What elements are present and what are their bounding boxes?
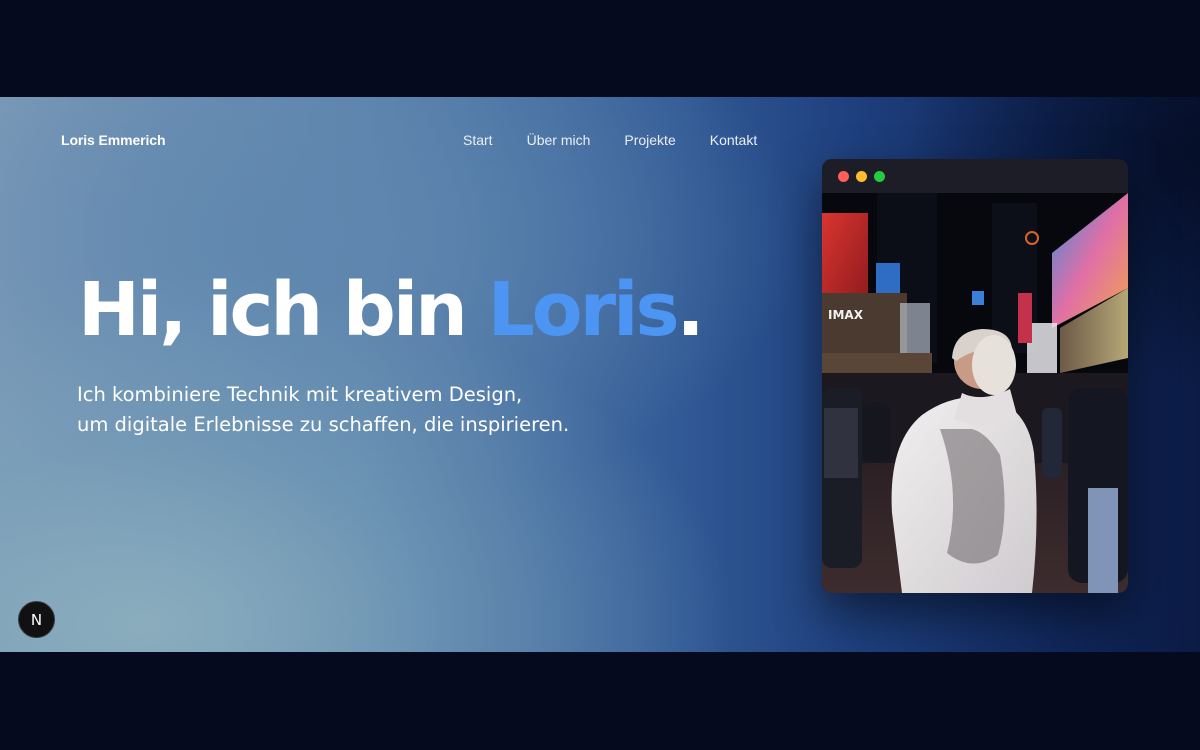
headline-name: Loris: [487, 267, 680, 353]
page: Loris Emmerich Start Über mich Projekte …: [0, 0, 1200, 750]
imax-sign: IMAX: [828, 308, 864, 322]
hero-headline: Hi, ich bin Loris.: [78, 273, 705, 347]
badge-letter: N: [30, 610, 43, 629]
subtitle-line-1: Ich kombiniere Technik mit kreativem Des…: [77, 383, 523, 406]
headline-prefix: Hi, ich bin: [78, 267, 488, 353]
nav-item-start[interactable]: Start: [463, 132, 493, 148]
nav-item-ueber-mich[interactable]: Über mich: [527, 132, 591, 148]
nav-menu: Start Über mich Projekte Kontakt: [463, 132, 757, 148]
nav-item-projekte[interactable]: Projekte: [624, 132, 675, 148]
subtitle-line-2: um digitale Erlebnisse zu schaffen, die …: [77, 413, 570, 436]
hero-subtitle: Ich kombiniere Technik mit kreativem Des…: [77, 380, 717, 440]
portrait-photo: IMAX: [822, 193, 1128, 593]
window-title-bar: [822, 159, 1128, 193]
close-dot-icon: [838, 170, 849, 182]
nav-item-kontakt[interactable]: Kontakt: [710, 132, 757, 148]
minimize-dot-icon: [856, 170, 867, 182]
brand-logo-link[interactable]: Loris Emmerich: [61, 132, 166, 148]
maximize-dot-icon: [874, 170, 885, 182]
nextjs-logo-icon[interactable]: N: [18, 601, 55, 638]
hero-section: Loris Emmerich Start Über mich Projekte …: [0, 97, 1200, 652]
headline-suffix: .: [676, 267, 705, 353]
browser-window-mockup: IMAX: [822, 159, 1128, 593]
times-square-photo-illustration: IMAX: [822, 193, 1128, 593]
